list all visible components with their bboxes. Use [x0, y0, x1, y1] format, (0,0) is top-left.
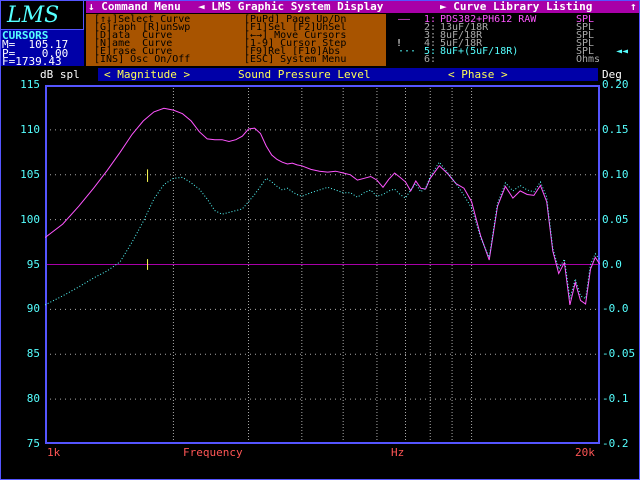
screen-frame [0, 0, 640, 480]
